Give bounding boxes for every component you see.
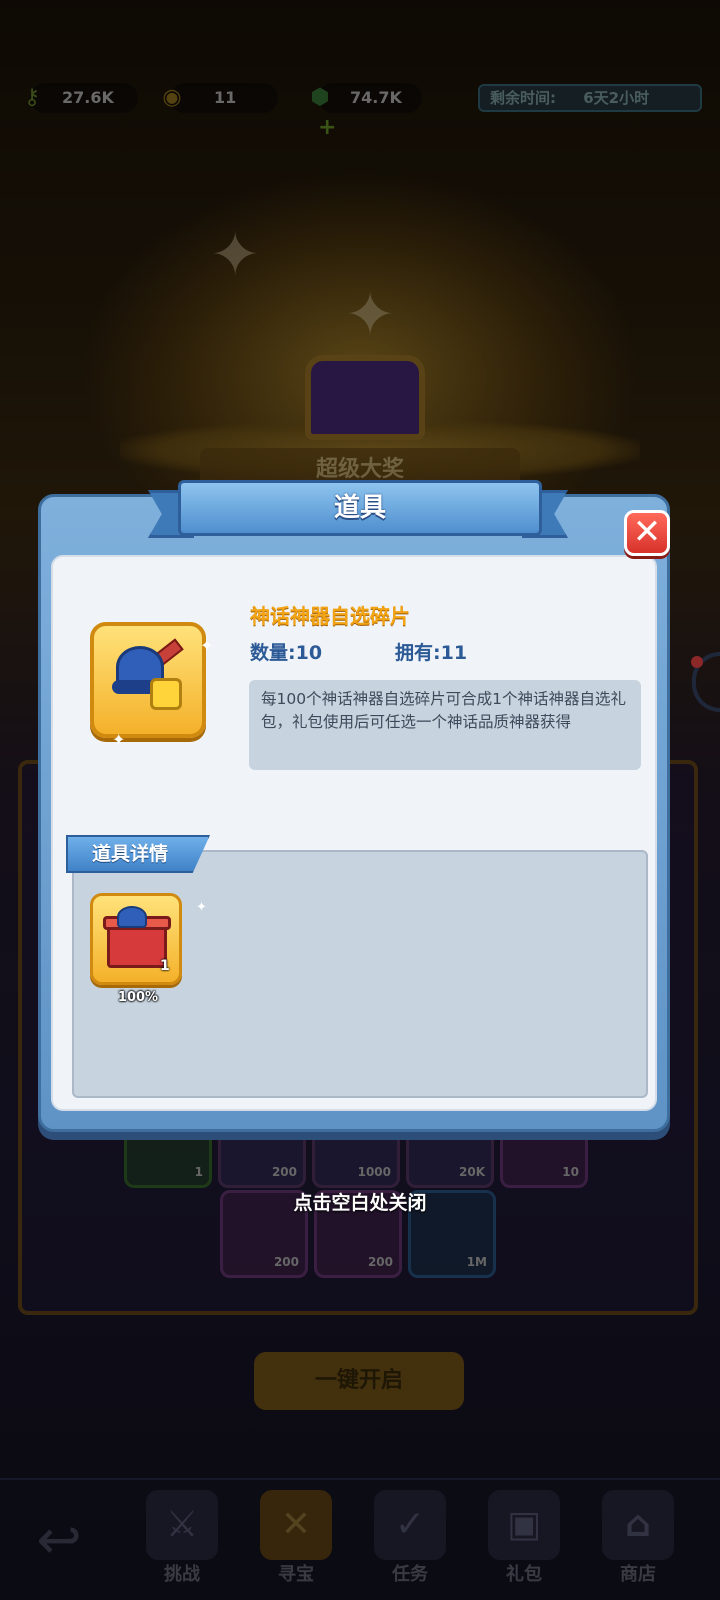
item-quantity: 数量:10 [250, 642, 323, 664]
item-description: 每100个神话神器自选碎片可合成1个神话神器自选礼包，礼包使用后可任选一个神话品… [249, 680, 641, 770]
item-details-tab: 道具详情 [66, 835, 210, 873]
artifact-fragment-icon [90, 622, 206, 738]
sparkle-icon: ✦ [196, 900, 207, 915]
sparkle-icon: ✦ [112, 730, 126, 749]
item-owned-count: 拥有:11 [395, 642, 468, 664]
reward-count: 1 [160, 958, 170, 974]
dialog-title: 道具 [178, 480, 542, 536]
close-button[interactable]: ✕ [624, 510, 670, 556]
tap-to-close-hint: 点击空白处关闭 [293, 1192, 427, 1214]
sparkle-icon: ✦ [200, 636, 214, 655]
item-name: 神话神器自选碎片 [250, 604, 410, 628]
reward-chance: 100% [117, 990, 159, 1005]
